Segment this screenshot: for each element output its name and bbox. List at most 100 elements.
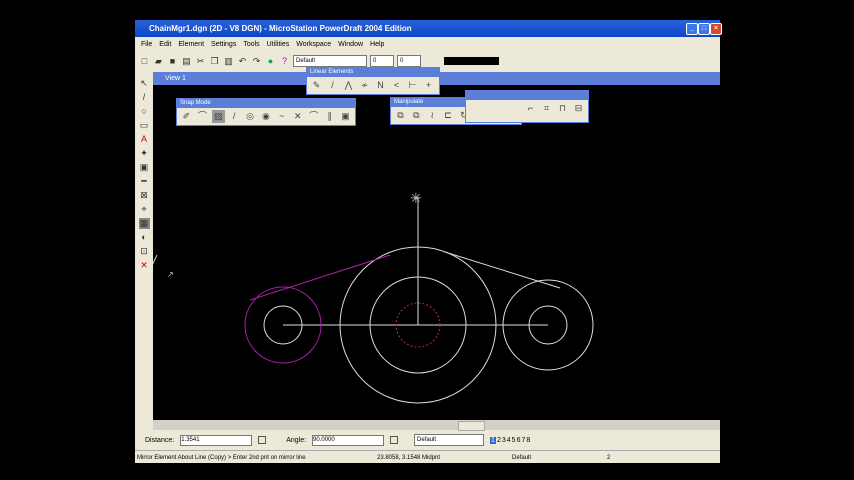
dimension-icon[interactable]: ▣ [139, 162, 150, 173]
snap-toggle-icon[interactable]: ▣ [339, 110, 352, 123]
status-coordinates: 23.8058, 3.1548 Midpnt [377, 454, 441, 461]
construct-icon[interactable]: ⊢ [406, 79, 419, 92]
view-button-2[interactable]: 2 [497, 437, 501, 444]
print-icon[interactable]: ▤ [181, 56, 192, 67]
pattern-icon[interactable]: ◐ [139, 232, 150, 243]
status-bar: Mirror Element About Line (Copy) > Enter… [135, 450, 720, 464]
stream-icon[interactable]: ≁ [358, 79, 371, 92]
redo-icon[interactable]: ↷ [251, 56, 262, 67]
main-tool-frame: ↖ / ○ ▭ A ✦ ▣ ━ ⊠ ⌖ ▦ ◐ ⊡ ✕ [135, 72, 153, 438]
group-icon[interactable]: ⊡ [139, 246, 150, 257]
line-style-select[interactable] [444, 57, 499, 65]
cell-icon[interactable]: ✦ [139, 148, 150, 159]
view-button-7[interactable]: 7 [521, 437, 525, 444]
modify-icon-3[interactable]: ⊓ [556, 102, 569, 115]
title-bar: ChainMgr1.dgn (2D - V8 DGN) - MicroStati… [135, 20, 722, 37]
distance-lock-checkbox[interactable] [258, 436, 267, 444]
copy-icon[interactable]: ❐ [209, 56, 220, 67]
globe-icon[interactable]: ● [265, 56, 276, 67]
weight-select[interactable]: 0 [397, 55, 421, 67]
paste-icon[interactable]: ▥ [223, 56, 234, 67]
line-icon[interactable]: / [139, 92, 150, 103]
delete-icon[interactable]: ✕ [139, 260, 150, 271]
curve-icon[interactable]: N [374, 79, 387, 92]
linear-elements-palette: Linear Elements ✎ / ⋀ ≁ N < ⊢ + [306, 67, 440, 95]
multiline-icon[interactable]: ⋀ [342, 79, 355, 92]
view-button-6[interactable]: 6 [517, 437, 521, 444]
snap-bisector-icon[interactable]: / [228, 110, 241, 123]
place-line-icon[interactable]: / [326, 79, 339, 92]
window-title: ChainMgr1.dgn (2D - V8 DGN) - MicroStati… [149, 24, 412, 33]
microstation-window: ChainMgr1.dgn (2D - V8 DGN) - MicroStati… [135, 20, 722, 464]
snap-midpoint-icon[interactable]: ▨ [211, 110, 225, 123]
angle-label: Angle: [286, 436, 307, 444]
save-icon[interactable]: ■ [167, 56, 178, 67]
menu-help[interactable]: Help [370, 38, 384, 52]
text-icon[interactable]: A [139, 134, 150, 145]
menu-bar: File Edit Element Settings Tools Utiliti… [141, 38, 384, 52]
menu-settings[interactable]: Settings [211, 38, 236, 52]
close-button[interactable]: × [710, 23, 722, 35]
svg-text:↗: ↗ [167, 270, 174, 279]
horizontal-scrollbar[interactable] [153, 420, 720, 431]
menu-file[interactable]: File [141, 38, 152, 52]
view-button-4[interactable]: 4 [507, 437, 511, 444]
snap-intersection-icon[interactable]: ✕ [291, 110, 304, 123]
point-curve-icon[interactable]: < [390, 79, 403, 92]
snap-keypoint-icon[interactable]: ⌒ [196, 110, 209, 123]
right-tangent-line [444, 251, 561, 289]
view-group-select[interactable]: Default [414, 434, 485, 446]
smartline-icon[interactable]: ✎ [310, 79, 323, 92]
level-select[interactable]: Default [293, 55, 367, 67]
snap-parallel-icon[interactable]: ∥ [323, 110, 336, 123]
fence-icon[interactable]: ▭ [139, 120, 150, 131]
zoom-icon[interactable]: ○ [139, 106, 150, 117]
drawing-canvas[interactable]: ✳ ↗ [153, 85, 720, 433]
point-icon[interactable]: + [422, 79, 435, 92]
maximize-button[interactable]: □ [698, 23, 710, 35]
menu-workspace[interactable]: Workspace [296, 38, 331, 52]
snap-nearest-icon[interactable]: ✐ [180, 110, 193, 123]
menu-element[interactable]: Element [178, 38, 204, 52]
move-icon[interactable]: ⧉ [410, 109, 423, 122]
move-parallel-icon[interactable]: ≀ [426, 109, 439, 122]
undo-icon[interactable]: ↶ [237, 56, 248, 67]
menu-window[interactable]: Window [338, 38, 363, 52]
angle-lock-checkbox[interactable] [390, 436, 399, 444]
minimize-button[interactable]: _ [686, 23, 698, 35]
view-button-8[interactable]: 8 [526, 437, 530, 444]
snap-tangent-icon[interactable]: ~ [275, 110, 288, 123]
distance-label: Distance: [145, 436, 175, 444]
select-icon[interactable]: ↖ [139, 78, 150, 89]
modify-icon-2[interactable]: ⌗ [540, 102, 553, 115]
mirror-icon[interactable]: ▦ [138, 218, 150, 229]
modify-icon[interactable]: ⊠ [139, 190, 150, 201]
modify-icon-4[interactable]: ⊟ [572, 102, 585, 115]
angle-field[interactable]: 90.0000 [312, 434, 385, 446]
measure-icon[interactable]: ━ [139, 176, 150, 187]
left-tangent-line [249, 254, 391, 301]
cut-icon[interactable]: ✂ [195, 56, 206, 67]
distance-field[interactable]: 1.3541 [180, 434, 253, 446]
status-prompt: Mirror Element About Line (Copy) > Enter… [137, 454, 306, 461]
cursor-star: ✳ [410, 190, 422, 206]
menu-utilities[interactable]: Utilities [267, 38, 290, 52]
selection-count: 2 [607, 454, 611, 461]
scale-icon[interactable]: ⊏ [442, 109, 455, 122]
new-file-icon[interactable]: □ [139, 56, 150, 67]
view-button-1[interactable]: 1 [490, 436, 496, 444]
open-icon[interactable]: ▰ [153, 56, 164, 67]
view-button-5[interactable]: 5 [512, 437, 516, 444]
manipulate-icon[interactable]: ⌖ [139, 204, 150, 215]
modify-icon-1[interactable]: ⌐ [524, 102, 537, 115]
copy-element-icon[interactable]: ⧉ [394, 109, 407, 122]
help-icon[interactable]: ? [279, 56, 290, 67]
menu-edit[interactable]: Edit [159, 38, 171, 52]
view-button-3[interactable]: 3 [502, 437, 506, 444]
snap-origin-icon[interactable]: ◉ [260, 110, 273, 123]
palette-title: Linear Elements [307, 68, 439, 77]
menu-tools[interactable]: Tools [243, 38, 259, 52]
snap-perp-icon[interactable]: ⌒ [307, 110, 320, 123]
snap-center-icon[interactable]: ◎ [244, 110, 257, 123]
color-select[interactable]: 0 [370, 55, 394, 67]
